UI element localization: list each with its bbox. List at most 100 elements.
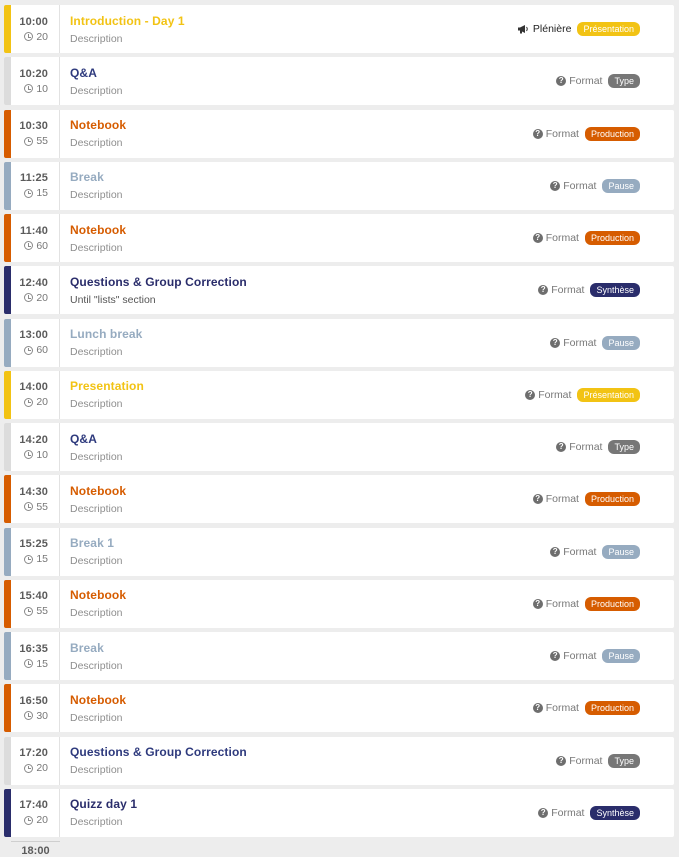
start-time: 16:50 (19, 694, 48, 707)
schedule-row[interactable]: 17:40 20 Quizz day 1 Description? Format Synt… (4, 788, 674, 837)
duration: 10 (24, 83, 48, 95)
duration: 60 (24, 344, 48, 356)
format-group: ? Format Type (556, 423, 640, 471)
format-text: Format (563, 179, 597, 192)
category-color-bar (4, 579, 11, 628)
format-label[interactable]: ? Format (532, 232, 579, 244)
schedule-row[interactable]: 10:20 10 Q&A Description? Format Type (4, 57, 674, 106)
question-icon: ? (532, 233, 543, 243)
question-icon: ? (538, 807, 549, 818)
duration: 55 (24, 501, 48, 513)
category-badge[interactable]: Présentation (577, 22, 640, 36)
format-group: ? Format Type (556, 737, 640, 785)
question-icon: ? (550, 337, 561, 348)
question-icon: ? (532, 128, 543, 139)
schedule-row[interactable]: 14:20 10 Q&A Description? Format Type (4, 423, 674, 471)
category-badge[interactable]: Pause (602, 335, 640, 350)
category-color-bar (4, 632, 11, 680)
format-text: Format (563, 545, 597, 558)
format-text: Format (569, 441, 603, 453)
format-label[interactable]: ? Format (532, 128, 579, 140)
format-label[interactable]: ? Format (532, 598, 579, 610)
format-label[interactable]: Plénière (517, 23, 571, 35)
schedule-row[interactable]: 14:00 20 Presentation Description? Format Pré… (4, 370, 674, 419)
schedule-row[interactable]: 16:50 30 Notebook Description? Format Product… (4, 684, 674, 733)
category-badge[interactable]: Type (608, 74, 640, 89)
schedule-row[interactable]: 17:20 20 Questions & Group Correction Descr… (4, 736, 674, 785)
start-time: 10:20 (19, 67, 48, 80)
category-badge[interactable]: Pause (602, 178, 640, 193)
clock-icon (24, 188, 34, 198)
format-label[interactable]: ? Format (525, 389, 571, 401)
category-badge[interactable]: Type (608, 440, 640, 454)
schedule-row[interactable]: 11:40 60 Notebook Description? Format Product… (4, 214, 674, 262)
category-badge[interactable]: Synthèse (590, 805, 640, 820)
category-color-bar (4, 57, 11, 106)
start-time: 10:00 (19, 15, 48, 28)
format-label[interactable]: ? Format (532, 702, 579, 714)
duration: 30 (24, 710, 48, 722)
schedule-row[interactable]: 16:35 15 Break Description? Format Pause (4, 632, 674, 680)
category-badge[interactable]: Production (584, 492, 640, 507)
duration: 15 (24, 187, 48, 199)
format-label[interactable]: ? Format (556, 75, 602, 87)
category-badge[interactable]: Production (584, 231, 640, 245)
schedule-row[interactable]: 13:00 60 Lunch break Description? Format Paus… (4, 318, 674, 367)
time-column: 13:00 60 (11, 318, 60, 367)
time-column: 16:35 15 (11, 632, 60, 680)
format-group: Plénière Présentation (517, 5, 640, 53)
clock-icon (24, 659, 34, 668)
start-time: 17:20 (19, 747, 48, 759)
schedule-row[interactable]: 10:30 55 Notebook Description? Format Product… (4, 109, 674, 158)
duration-value: 10 (36, 82, 48, 95)
format-label[interactable]: ? Format (532, 493, 579, 505)
format-text: Format (569, 75, 603, 88)
clock-icon (24, 84, 34, 94)
format-label[interactable]: ? Format (556, 441, 602, 453)
time-column: 10:00 20 (11, 5, 60, 53)
question-icon: ? (556, 442, 567, 452)
schedule-row[interactable]: 10:00 20 Introduction - Day 1 Description Pl… (4, 5, 674, 53)
format-label[interactable]: ? Format (550, 180, 596, 192)
start-time: 14:00 (19, 381, 48, 394)
time-column: 14:00 20 (11, 370, 60, 419)
format-text: Format (551, 284, 585, 297)
clock-icon (24, 32, 34, 41)
category-badge[interactable]: Pause (602, 544, 640, 559)
category-badge[interactable]: Pause (602, 649, 640, 663)
schedule-row[interactable]: 11:25 15 Break Description? Format Pause (4, 161, 674, 210)
format-label[interactable]: ? Format (550, 546, 596, 558)
format-group: ? Format Pause (550, 319, 640, 367)
start-time: 16:35 (19, 642, 48, 655)
schedule-row[interactable]: 14:30 55 Notebook Description? Format Product… (4, 475, 674, 524)
start-time: 14:30 (19, 485, 48, 498)
duration-value: 55 (36, 500, 48, 513)
category-badge[interactable]: Production (584, 126, 640, 141)
schedule-row[interactable]: 12:40 20 Questions & Group Correction Until… (4, 266, 674, 315)
clock-icon (24, 136, 34, 146)
start-time: 17:40 (19, 799, 48, 812)
duration: 20 (24, 396, 48, 408)
format-label[interactable]: ? Format (538, 284, 584, 296)
clock-icon (24, 815, 34, 825)
schedule-row[interactable]: 15:40 55 Notebook Description? Format Product… (4, 579, 674, 628)
format-label[interactable]: ? Format (538, 807, 584, 819)
clock-icon (24, 450, 34, 459)
category-color-bar (4, 109, 11, 158)
format-text: Format (545, 232, 579, 244)
category-badge[interactable]: Présentation (577, 387, 640, 402)
category-badge[interactable]: Type (608, 753, 640, 768)
format-label[interactable]: ? Format (550, 337, 596, 349)
start-time: 12:40 (19, 276, 48, 289)
start-time: 10:30 (19, 120, 48, 132)
time-column: 10:20 10 (11, 57, 60, 106)
format-label[interactable]: ? Format (556, 755, 602, 767)
category-badge[interactable]: Production (584, 701, 640, 716)
format-text: Format (563, 650, 597, 662)
format-label[interactable]: ? Format (550, 650, 596, 662)
schedule-row[interactable]: 15:25 15 Break 1 Description? Format Pause (4, 527, 674, 576)
format-group: ? Format Production (532, 214, 640, 262)
category-badge[interactable]: Synthèse (590, 283, 640, 298)
question-icon: ? (556, 755, 567, 766)
category-badge[interactable]: Production (584, 596, 640, 611)
